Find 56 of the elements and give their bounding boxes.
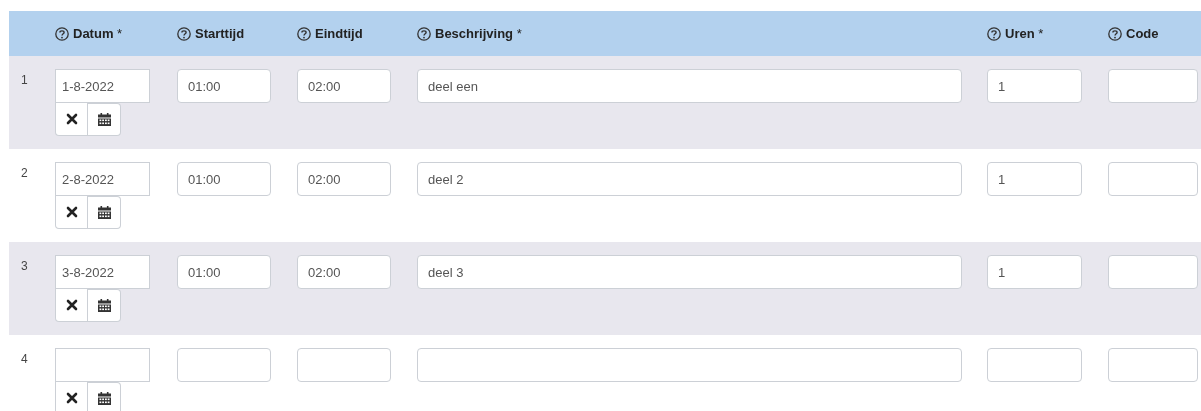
start-time-field[interactable]: 01:00 — [177, 255, 271, 289]
help-icon[interactable] — [1108, 26, 1122, 41]
close-icon — [65, 299, 78, 311]
close-icon — [65, 206, 78, 218]
calendar-button[interactable] — [88, 289, 121, 322]
date-field[interactable]: 2-8-2022 — [55, 162, 150, 196]
code-field[interactable] — [1108, 69, 1198, 103]
hours-field[interactable]: 1 — [987, 69, 1082, 103]
hours-field[interactable]: 1 — [987, 162, 1082, 196]
code-field[interactable] — [1108, 162, 1198, 196]
start-time-field[interactable]: 01:00 — [177, 162, 271, 196]
column-header: Uren* — [1005, 24, 1044, 43]
calendar-button[interactable] — [88, 103, 121, 136]
start-time-field[interactable] — [177, 348, 271, 382]
clear-button[interactable] — [55, 103, 88, 136]
description-field[interactable]: deel 2 — [417, 162, 962, 196]
help-icon[interactable] — [177, 26, 191, 41]
column-header: Eindtijd — [315, 24, 363, 43]
date-field[interactable] — [55, 348, 150, 382]
close-icon — [65, 113, 78, 125]
end-time-field[interactable] — [297, 348, 391, 382]
close-icon — [65, 392, 78, 404]
help-icon[interactable] — [987, 26, 1001, 41]
clear-button[interactable] — [55, 382, 88, 411]
description-field[interactable] — [417, 348, 962, 382]
description-field[interactable]: deel 3 — [417, 255, 962, 289]
end-time-field[interactable]: 02:00 — [297, 255, 391, 289]
calendar-icon — [97, 392, 111, 405]
date-field[interactable]: 3-8-2022 — [55, 255, 150, 289]
row-number: 4 — [20, 351, 29, 368]
hours-field[interactable] — [987, 348, 1082, 382]
calendar-icon — [97, 113, 111, 126]
column-header: Starttijd — [195, 24, 245, 43]
row-number: 1 — [20, 72, 29, 89]
help-icon[interactable] — [55, 26, 69, 41]
hours-field[interactable]: 1 — [987, 255, 1082, 289]
calendar-button[interactable] — [88, 382, 121, 411]
column-header: Beschrijving* — [435, 24, 522, 43]
calendar-icon — [97, 299, 111, 312]
calendar-icon — [97, 206, 111, 219]
end-time-field[interactable]: 02:00 — [297, 162, 391, 196]
clear-button[interactable] — [55, 289, 88, 322]
code-field[interactable] — [1108, 255, 1198, 289]
column-header: Datum* — [73, 24, 123, 43]
code-field[interactable] — [1108, 348, 1198, 382]
description-field[interactable]: deel een — [417, 69, 962, 103]
clear-button[interactable] — [55, 196, 88, 229]
help-icon[interactable] — [417, 26, 431, 41]
end-time-field[interactable]: 02:00 — [297, 69, 391, 103]
calendar-button[interactable] — [88, 196, 121, 229]
help-icon[interactable] — [297, 26, 311, 41]
date-field[interactable]: 1-8-2022 — [55, 69, 150, 103]
column-header: Code — [1126, 24, 1159, 43]
row-number: 3 — [20, 258, 29, 275]
row-number: 2 — [20, 165, 29, 182]
start-time-field[interactable]: 01:00 — [177, 69, 271, 103]
